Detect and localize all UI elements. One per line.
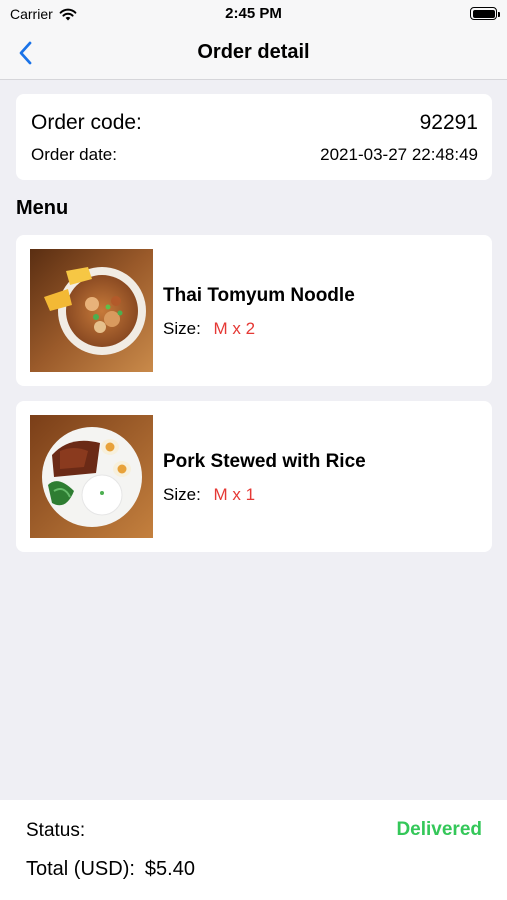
status-bar: Carrier 2:45 PM	[0, 0, 507, 28]
item-size: Size: M x 1	[163, 485, 255, 505]
item-size-label: Size:	[163, 485, 201, 504]
total-label: Total (USD):	[26, 858, 135, 880]
clock: 2:45 PM	[225, 5, 282, 22]
page-title: Order detail	[197, 41, 310, 63]
item-size-label: Size:	[163, 319, 201, 338]
order-code-value: 92291	[419, 111, 478, 134]
item-size-value: M x 2	[213, 319, 256, 338]
order-date-row: Order date: 2021-03-27 22:48:49	[31, 145, 478, 165]
order-date-label: Order date:	[31, 145, 117, 164]
item-name: Pork Stewed with Rice	[163, 451, 366, 472]
menu-item[interactable]: Pork Stewed with Rice Size: M x 1	[16, 401, 492, 552]
order-code-label: Order code:	[31, 111, 142, 134]
item-name: Thai Tomyum Noodle	[163, 285, 355, 306]
menu-item[interactable]: Thai Tomyum Noodle Size: M x 2	[16, 235, 492, 386]
total-row: Total (USD): $5.40	[26, 858, 195, 881]
order-detail-screen: Carrier 2:45 PM Order detail Order code:…	[0, 0, 507, 900]
order-summary-panel: Status: Delivered Total (USD): $5.40	[0, 800, 507, 900]
food-image-pork-stewed-rice	[30, 415, 153, 538]
order-date-value: 2021-03-27 22:48:49	[320, 145, 478, 164]
status-badge: Delivered	[396, 819, 482, 840]
order-info-card: Order code: 92291 Order date: 2021-03-27…	[16, 94, 492, 180]
food-image-tomyum-noodle	[30, 249, 153, 372]
battery-icon	[470, 7, 500, 20]
item-size-value: M x 1	[213, 485, 256, 504]
total-value: $5.40	[144, 858, 195, 880]
order-code-row: Order code: 92291	[31, 111, 478, 135]
status-label: Status:	[26, 820, 86, 841]
item-size: Size: M x 2	[163, 319, 255, 339]
menu-section-title: Menu	[16, 197, 69, 219]
navigation-bar: Order detail	[0, 28, 507, 80]
